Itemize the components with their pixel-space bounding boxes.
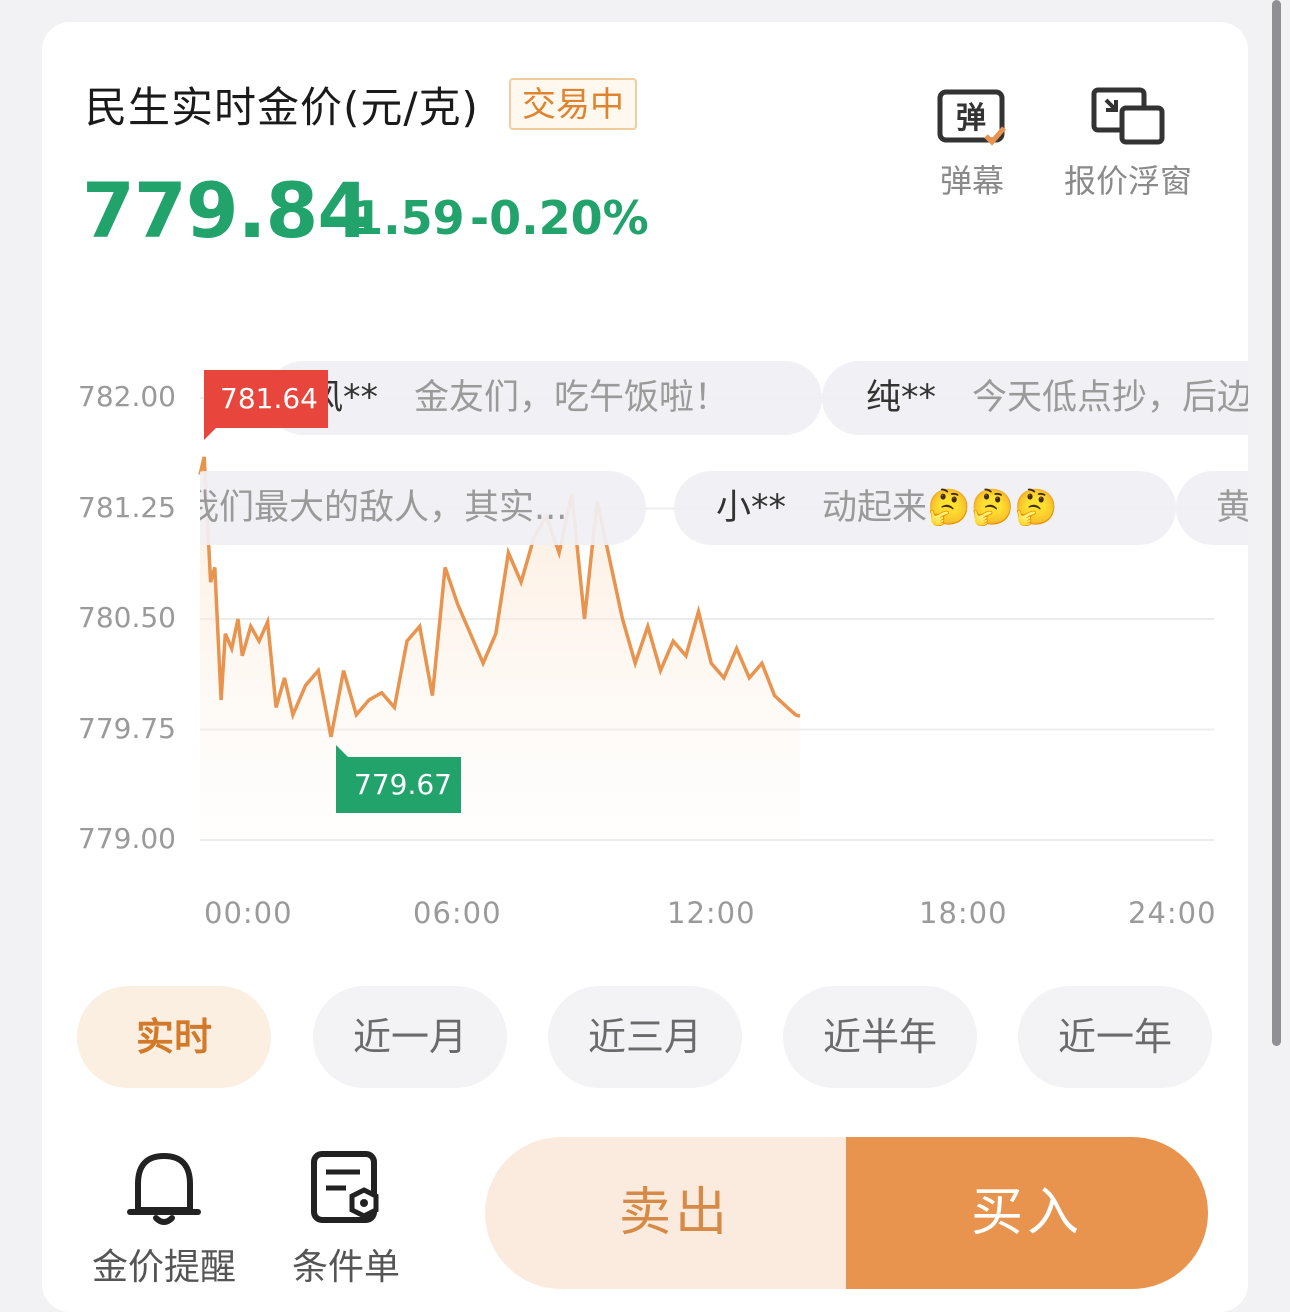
y-tick-label: 782.00 [78,380,176,413]
tab-realtime[interactable]: 实时 [77,986,271,1088]
low-price-marker: 779.67 [336,745,461,813]
floating-window-label: 报价浮窗 [1064,162,1193,200]
danmaku-toggle-button[interactable]: 弹 弹幕 [934,86,1010,202]
x-tick-label: 12:00 [667,896,756,930]
svg-text:弹: 弹 [956,101,986,136]
price-change: -1.59 [332,191,465,245]
danmaku-user: 小** [716,488,787,528]
danmaku-layer: 风** 金友们，吃午饭啦！ 纯** 今天低点抄，后边 我们最大的敌人，其实... 小… [200,350,1248,560]
sell-button[interactable]: 卖出 [485,1137,865,1289]
buy-button[interactable]: 买入 [846,1137,1208,1289]
condition-order-icon [311,1151,379,1223]
danmaku-text: 黄 [1216,488,1248,528]
floating-window-button[interactable]: 报价浮窗 [1064,86,1192,202]
danmaku-text: 动起来🤔🤔🤔 [822,488,1058,528]
status-badge: 交易中 [509,78,637,130]
price-alert-label: 金价提醒 [91,1247,236,1288]
danmaku-label: 弹幕 [939,162,1004,200]
high-price-marker: 781.64 [204,370,328,440]
condition-order-button[interactable]: 条件单 [290,1146,402,1290]
danmaku-user: 纯** [866,378,937,418]
scrollbar[interactable] [1272,0,1281,1046]
danmaku-text: 金友们，吃午饭啦！ [414,378,730,418]
x-tick-label: 00:00 [204,896,293,930]
y-tick-label: 779.00 [78,822,176,855]
y-tick-label: 780.50 [78,601,176,634]
price-change-percent: -0.20% [470,191,649,245]
x-tick-label: 18:00 [919,896,1008,930]
danmaku-bubble[interactable]: 风** 金友们，吃午饭啦！ [266,361,822,435]
danmaku-bubble[interactable]: 小** 动起来🤔🤔🤔 [674,471,1176,545]
danmaku-bubble[interactable]: 黄 [1176,471,1248,545]
floating-window-icon [1091,87,1165,145]
condition-order-label: 条件单 [291,1247,400,1288]
tab-one-month[interactable]: 近一月 [313,986,507,1088]
price-alert-button[interactable]: 金价提醒 [90,1146,238,1290]
tab-half-year[interactable]: 近半年 [783,986,977,1088]
tab-one-year[interactable]: 近一年 [1018,986,1212,1088]
x-tick-label: 06:00 [413,896,502,930]
y-tick-label: 779.75 [78,712,176,745]
y-tick-label: 781.25 [78,491,176,524]
danmaku-bubble[interactable]: 纯** 今天低点抄，后边 [822,361,1248,435]
x-tick-label: 24:00 [1128,896,1217,930]
current-price: 779.84 [82,166,370,255]
danmaku-icon: 弹 [937,89,1006,146]
danmaku-bubble[interactable]: 我们最大的敌人，其实... [200,471,646,545]
page-title: 民生实时金价(元/克) [85,83,479,132]
danmaku-text: 我们最大的敌人，其实... [200,488,568,528]
bell-icon [127,1153,201,1225]
danmaku-text: 今天低点抄，后边 [972,378,1248,418]
tab-three-months[interactable]: 近三月 [548,986,742,1088]
